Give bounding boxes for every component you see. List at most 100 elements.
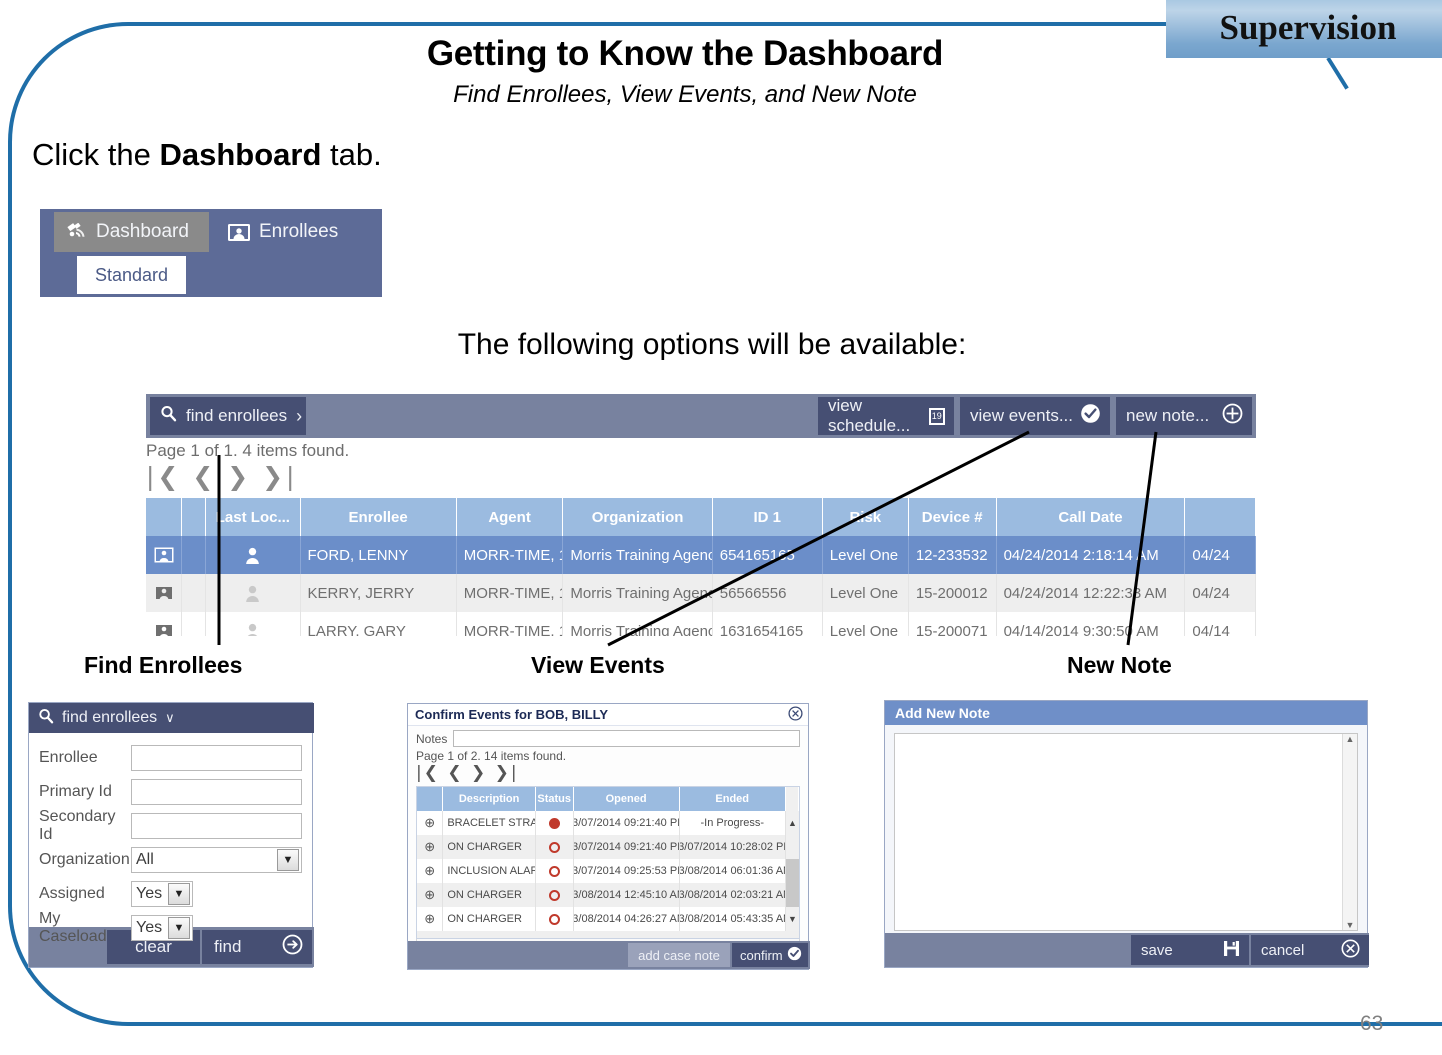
instruction-suffix: tab. (321, 137, 382, 172)
close-circle-icon[interactable] (788, 705, 803, 724)
grid-col-enrollee[interactable]: Enrollee (301, 498, 457, 536)
save-button-label: save (1141, 941, 1173, 959)
events-grid: Description Status Opened Ended ⊕ BRACEL… (416, 786, 800, 939)
table-row[interactable]: KERRY, JERRY MORR-TIME, 1 Morris Trainin… (146, 574, 1256, 612)
secondary-id-field-label: Secondary Id (39, 808, 116, 843)
chevron-down-icon[interactable]: ▼ (277, 849, 299, 871)
save-button[interactable]: save (1131, 935, 1249, 965)
confirm-button[interactable]: confirm (732, 943, 808, 967)
status-dot-open (548, 841, 560, 853)
scroll-down-arrow[interactable]: ▼ (1346, 920, 1355, 930)
search-icon (38, 708, 54, 729)
plus-circle-icon[interactable]: ⊕ (417, 883, 444, 907)
scrollbar-track[interactable] (785, 835, 799, 859)
events-panel-footer: add case note confirm (408, 941, 810, 969)
instruction-prefix: Click the (32, 137, 160, 172)
row-card-icon[interactable] (146, 574, 183, 612)
organization-select-value: All (136, 851, 154, 868)
grid-col-call-date[interactable]: Call Date (997, 498, 1186, 536)
grid-page-info: Page 1 of 1. 4 items found. (146, 441, 350, 460)
row-card-icon[interactable] (146, 612, 183, 636)
events-col-expand (417, 787, 444, 811)
scrollbar-track[interactable] (785, 883, 799, 907)
events-notes-input[interactable] (453, 730, 800, 747)
close-circle-icon (1341, 939, 1360, 962)
events-pager[interactable]: |❮ ❮ ❯ ❯| (408, 763, 808, 783)
assigned-select[interactable]: Yes ▼ (131, 881, 193, 907)
plus-circle-icon[interactable]: ⊕ (417, 835, 444, 859)
scroll-down-arrow[interactable]: ▼ (785, 907, 799, 931)
primary-id-input[interactable] (131, 779, 302, 805)
secondary-id-input[interactable] (131, 813, 302, 839)
new-note-button[interactable]: new note... (1116, 397, 1252, 435)
tab-dashboard[interactable]: Dashboard (54, 212, 209, 252)
my-caseload-select-value: Yes (136, 919, 163, 936)
status-dot-open (548, 913, 560, 925)
page-subtitle: Find Enrollees, View Events, and New Not… (453, 81, 917, 108)
grid-col-risk[interactable]: Risk (823, 498, 909, 536)
chevron-down-icon[interactable]: ∨ (165, 710, 175, 726)
grid-col-device[interactable]: Device # (909, 498, 997, 536)
list-item[interactable]: ⊕ ON CHARGER 03/07/2014 09:21:40 PM 03/0… (417, 835, 799, 859)
table-row[interactable]: FORD, LENNY MORR-TIME, 1 Morris Training… (146, 536, 1256, 574)
row-next: 04/14 (1185, 612, 1256, 636)
grid-col-next[interactable] (1185, 498, 1256, 536)
scroll-up-arrow[interactable]: ▲ (785, 811, 799, 835)
tab-standard[interactable]: Standard (77, 256, 186, 294)
plus-circle-icon[interactable]: ⊕ (417, 811, 444, 835)
my-caseload-select[interactable]: Yes ▼ (131, 915, 193, 941)
add-new-note-panel: Add New Note ▲ ▼ save cancel (884, 700, 1369, 968)
row-last-loc-icon (206, 536, 301, 574)
chevron-down-icon[interactable]: ▼ (168, 917, 190, 939)
list-item-partial[interactable] (417, 931, 799, 938)
grid-col-organization[interactable]: Organization (563, 498, 713, 536)
tab-enrollees[interactable]: Enrollees (215, 212, 382, 252)
caption-find-enrollees: Find Enrollees (84, 652, 243, 678)
plus-circle-icon[interactable]: ⊕ (417, 907, 444, 931)
grid-pager[interactable]: |❮ ❮ ❯ ❯| (146, 462, 297, 491)
view-events-button[interactable]: view events... (960, 397, 1110, 435)
event-description: ON CHARGER (443, 883, 536, 907)
events-col-ended[interactable]: Ended (680, 787, 786, 811)
row-organization: Morris Training Agency (563, 612, 713, 636)
tab-enrollees-label: Enrollees (259, 221, 339, 242)
list-item[interactable]: ⊕ INCLUSION ALARM 03/07/2014 09:25:53 PM… (417, 859, 799, 883)
cancel-button[interactable]: cancel (1251, 935, 1369, 965)
events-col-opened[interactable]: Opened (574, 787, 680, 811)
row-id1: 654165165 (713, 536, 823, 574)
events-col-status[interactable]: Status (536, 787, 574, 811)
chevron-down-icon[interactable]: ▼ (168, 883, 190, 905)
add-case-note-button[interactable]: add case note (628, 943, 730, 967)
note-vertical-scrollbar[interactable]: ▲ ▼ (1342, 734, 1357, 930)
list-item[interactable]: ⊕ ON CHARGER 03/08/2014 04:26:27 AM 03/0… (417, 907, 799, 931)
organization-field-label: Organization (39, 851, 130, 868)
event-description: ON CHARGER (443, 835, 536, 859)
note-textarea[interactable] (895, 734, 1342, 930)
search-icon (160, 405, 177, 427)
events-col-description[interactable]: Description (443, 787, 536, 811)
plus-circle-icon[interactable]: ⊕ (417, 859, 444, 883)
row-card-icon[interactable] (146, 536, 183, 574)
grid-col-agent[interactable]: Agent (457, 498, 564, 536)
view-schedule-button[interactable]: view schedule... 19 (818, 396, 954, 435)
list-item[interactable]: ⊕ ON CHARGER 03/08/2014 12:45:10 AM 03/0… (417, 883, 799, 907)
dashboard-screenshot: find enrollees › view schedule... 19 vie… (146, 394, 1256, 636)
row-call-date: 04/24/2014 12:22:33 AM (997, 574, 1186, 612)
find-enrollees-button[interactable]: find enrollees › (150, 397, 306, 435)
tab-strip-screenshot: Dashboard Enrollees Standard (40, 209, 382, 297)
list-item[interactable]: ⊕ BRACELET STRAP 03/07/2014 09:21:40 PM … (417, 811, 799, 835)
enrollee-card-icon (227, 223, 251, 242)
find-panel-header[interactable]: find enrollees ∨ (29, 703, 188, 733)
scrollbar-track[interactable] (785, 859, 799, 883)
table-row[interactable]: LARRY, GARY MORR-TIME, 1 Morris Training… (146, 612, 1256, 636)
organization-select[interactable]: All ▼ (131, 847, 302, 873)
row-device: 12-233532 (909, 536, 997, 574)
grid-col-id1[interactable]: ID 1 (713, 498, 823, 536)
grid-col-last-loc[interactable]: Last Loc... (206, 498, 301, 536)
enrollee-grid: Last Loc... Enrollee Agent Organization … (146, 498, 1256, 636)
enrollee-input[interactable] (131, 745, 302, 771)
row-enrollee: KERRY, JERRY (301, 574, 457, 612)
event-description: INCLUSION ALARM (443, 859, 536, 883)
row-call-date: 04/14/2014 9:30:50 AM (997, 612, 1186, 636)
scroll-up-arrow[interactable]: ▲ (1346, 734, 1355, 744)
